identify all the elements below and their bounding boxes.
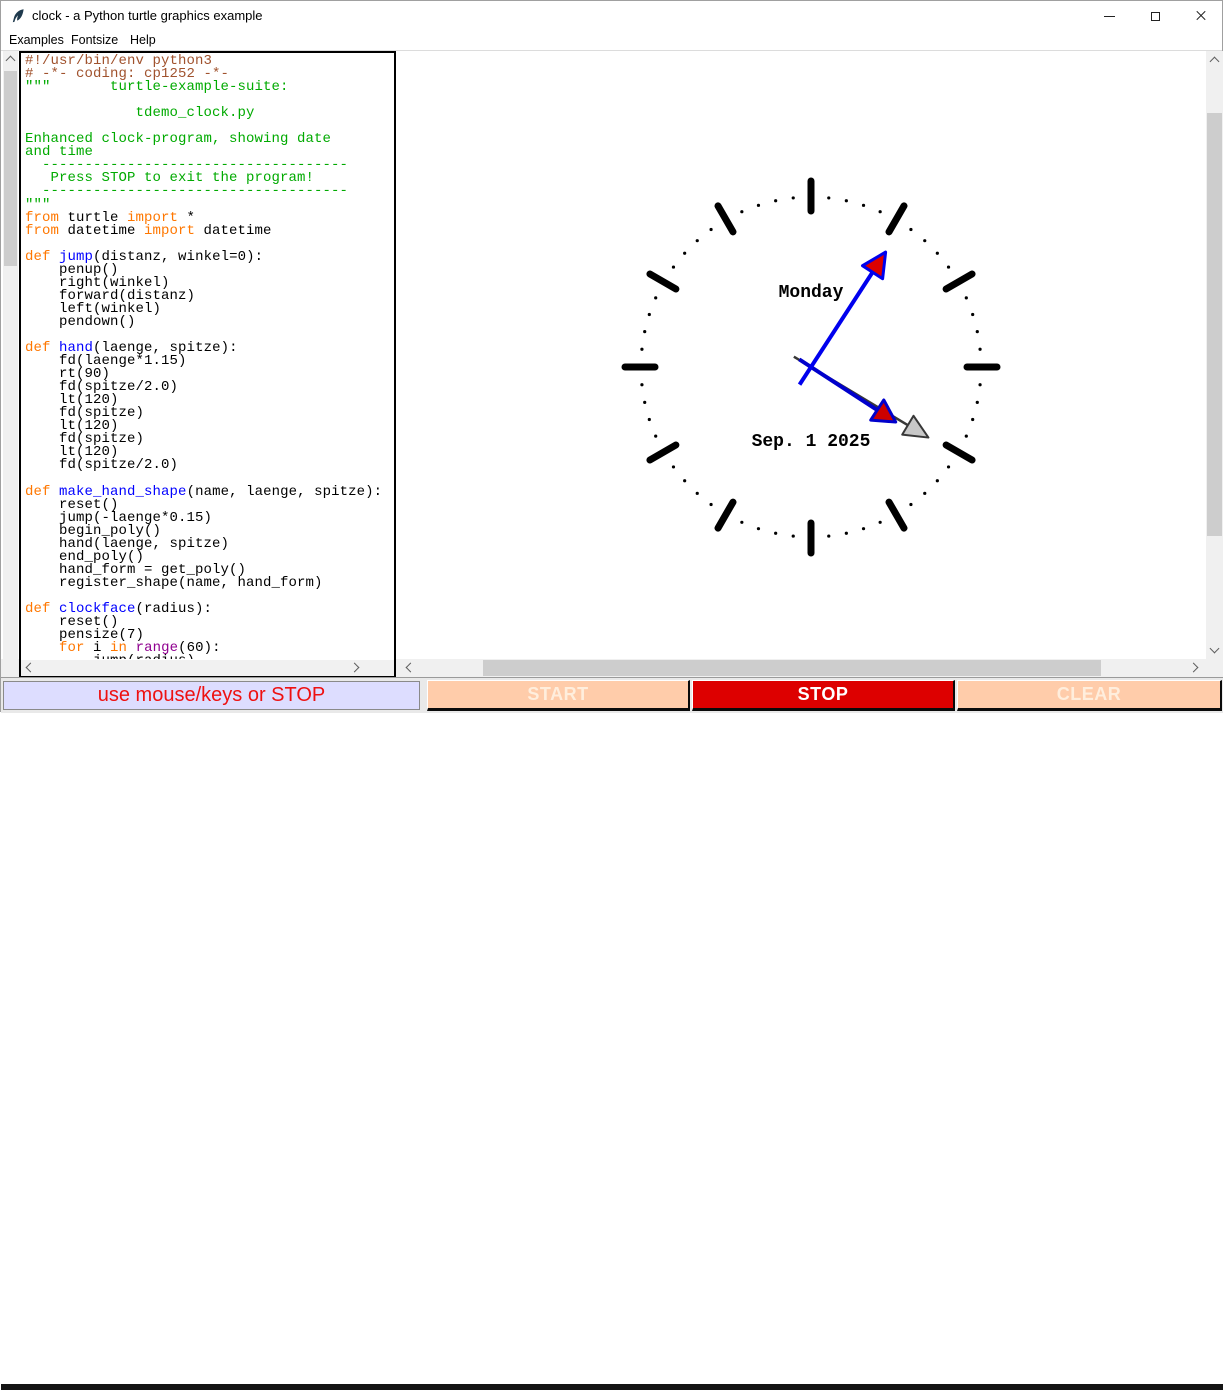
stop-button[interactable]: STOP (692, 680, 955, 711)
code-line: pendown() (25, 313, 136, 330)
status-label: use mouse/keys or STOP (3, 681, 420, 710)
maximize-button[interactable] (1132, 1, 1178, 31)
code-line: from datetime import datetime (25, 222, 272, 239)
close-button[interactable] (1178, 1, 1223, 31)
code-vscrollbar[interactable] (3, 51, 18, 677)
maximize-icon (1150, 11, 1160, 21)
app-window: clock - a Python turtle graphics example… (0, 0, 1223, 1390)
clear-button: CLEAR (957, 680, 1222, 711)
canvas-vscrollbar-thumb[interactable] (1207, 113, 1222, 536)
window-title: clock - a Python turtle graphics example (32, 8, 263, 23)
svg-text:Sep. 1 2025: Sep. 1 2025 (752, 432, 871, 452)
svg-text:Monday: Monday (779, 283, 844, 303)
bottom-bar: use mouse/keys or STOP START STOP CLEAR (1, 677, 1223, 1390)
title-bar: clock - a Python turtle graphics example (1, 1, 1222, 31)
scroll-down-icon[interactable] (1209, 643, 1220, 654)
scroll-left-icon[interactable] (405, 662, 416, 673)
clock-svg: Monday Sep. 1 2025 (621, 177, 1001, 557)
code-line: register_shape(name, hand_form) (25, 574, 323, 591)
code-pane[interactable]: #!/usr/bin/env python3 # -*- coding: cp12… (19, 51, 396, 678)
scroll-left-icon[interactable] (25, 662, 36, 673)
menu-examples[interactable]: Examples (9, 31, 64, 50)
scroll-right-icon[interactable] (349, 662, 360, 673)
scroll-up-icon[interactable] (5, 55, 16, 66)
minimize-button[interactable] (1086, 1, 1132, 31)
start-button: START (427, 680, 690, 711)
minimize-icon (1103, 15, 1115, 17)
code-line: tdemo_clock.py (25, 105, 255, 122)
code-line: """ turtle-example-suite: (25, 79, 289, 96)
menu-help[interactable]: Help (130, 31, 156, 50)
code-hscrollbar[interactable] (21, 660, 394, 676)
code-line: ------------------------------------ (25, 183, 349, 200)
menu-bar: Examples Fontsize Help (1, 31, 1222, 51)
canvas-vscrollbar[interactable] (1206, 51, 1223, 659)
canvas-hscrollbar-thumb[interactable] (483, 660, 1101, 676)
python-feather-icon (12, 9, 24, 23)
code-vscrollbar-thumb[interactable] (4, 71, 17, 266)
turtle-canvas[interactable]: Monday Sep. 1 2025 (401, 51, 1206, 659)
menu-fontsize[interactable]: Fontsize (71, 31, 118, 50)
window-bottom-edge (1, 1384, 1223, 1390)
canvas-hscrollbar[interactable] (401, 659, 1206, 677)
scroll-up-icon[interactable] (1209, 56, 1220, 67)
scroll-right-icon[interactable] (1188, 662, 1199, 673)
code-line: fd(spitze/2.0) (25, 457, 179, 474)
code-text[interactable]: #!/usr/bin/env python3 # -*- coding: cp12… (21, 53, 394, 659)
close-icon (1195, 10, 1207, 22)
